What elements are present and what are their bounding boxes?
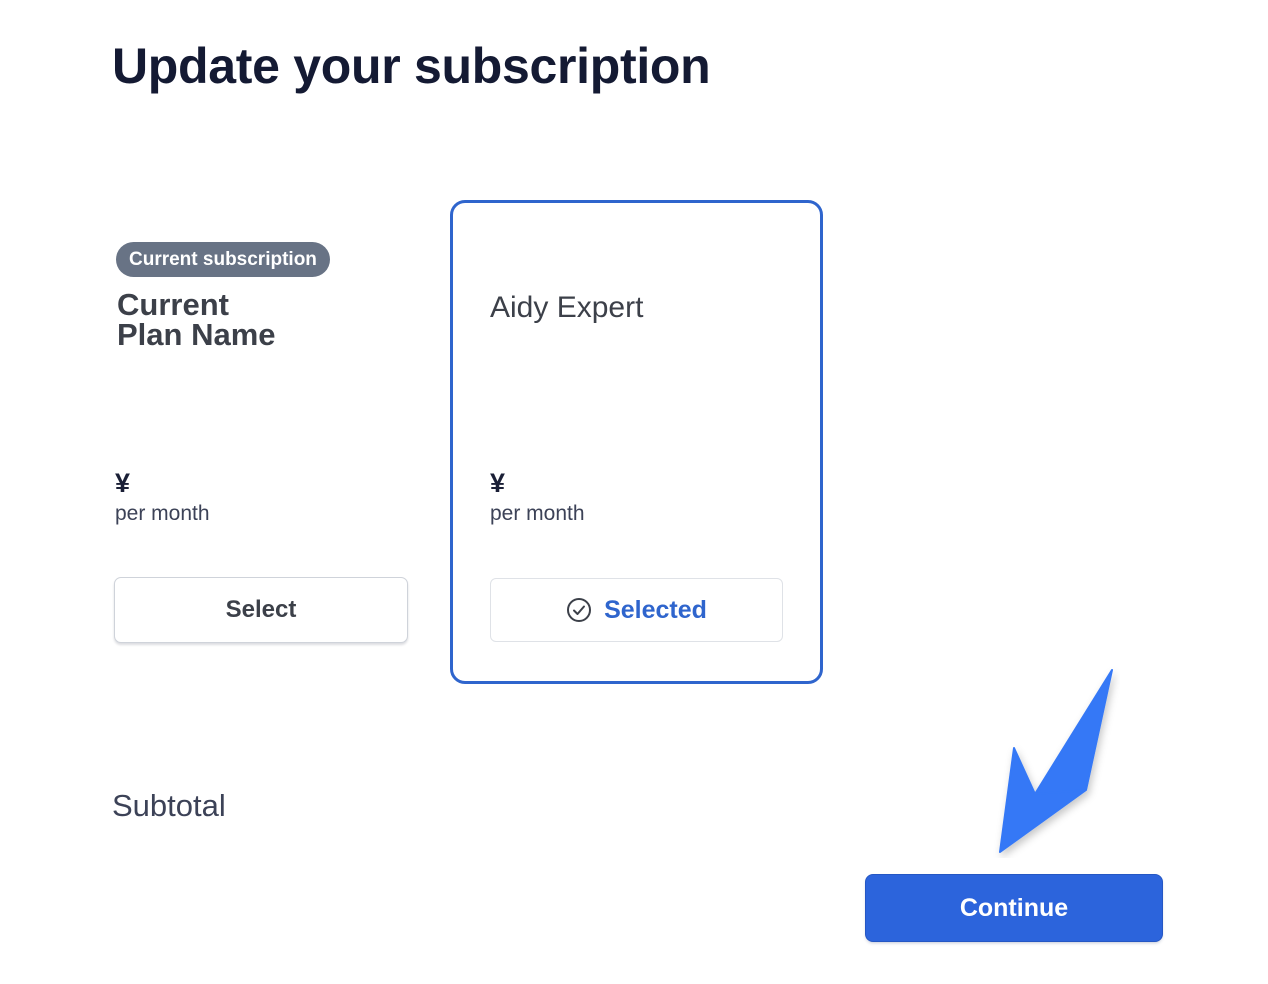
subtotal-label: Subtotal xyxy=(112,788,226,823)
current-plan-name-line2: Plan Name xyxy=(117,317,276,352)
selected-plan-period: per month xyxy=(490,502,585,525)
page-title: Update your subscription xyxy=(112,38,711,94)
current-plan-period: per month xyxy=(115,502,210,525)
pointer-arrow-icon xyxy=(999,669,1113,853)
current-subscription-badge: Current subscription xyxy=(116,242,330,277)
selected-plan-button[interactable]: Selected xyxy=(490,578,783,642)
select-plan-button[interactable]: Select xyxy=(114,577,408,643)
current-plan-name: Current Plan Name xyxy=(117,287,377,352)
selected-button-label: Selected xyxy=(604,595,707,624)
current-plan-name-line1: Current xyxy=(117,287,229,322)
selected-plan-currency: ¥ xyxy=(490,468,506,498)
check-circle-icon xyxy=(566,597,592,623)
continue-button[interactable]: Continue xyxy=(866,875,1162,941)
selected-plan-name: Aidy Expert xyxy=(490,291,644,324)
current-plan-currency: ¥ xyxy=(115,468,131,498)
